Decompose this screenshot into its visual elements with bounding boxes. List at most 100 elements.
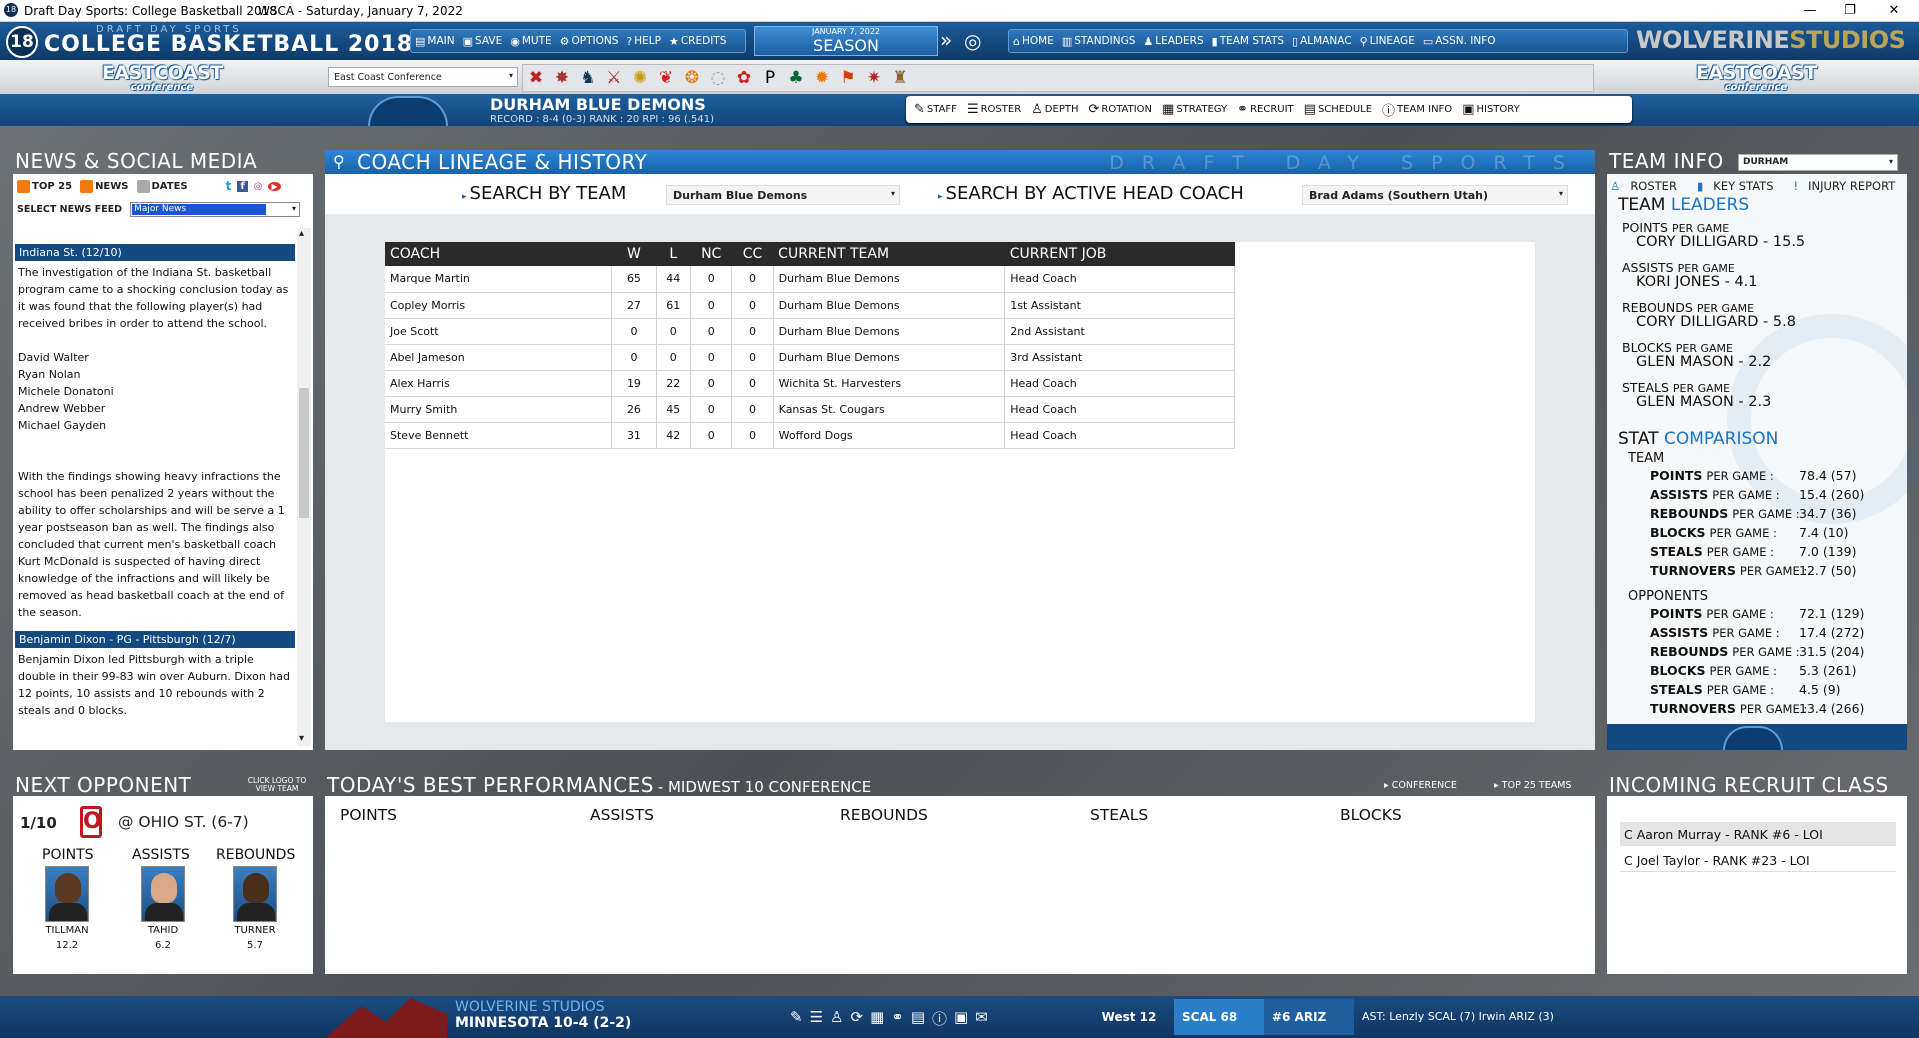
tab-depth[interactable]: ♙ DEPTH bbox=[1031, 102, 1078, 117]
conference-select[interactable]: East Coast Conference ▾ bbox=[328, 67, 518, 87]
conference-logo-right[interactable]: EASTCOAST conference bbox=[1696, 64, 1817, 94]
scroll-thumb[interactable] bbox=[299, 388, 309, 518]
tab-roster[interactable]: ♙ ROSTER bbox=[1610, 179, 1687, 193]
help-button[interactable]: ? HELP bbox=[626, 35, 661, 48]
news-item[interactable]: Benjamin Dixon - PG - Pittsburgh (12/7) B… bbox=[15, 631, 295, 719]
table-row[interactable]: Joe Scott 0 0 0 0 Durham Blue Demons 2nd Assis… bbox=[385, 318, 1235, 345]
recruit-item[interactable]: C Aaron Murray - RANK #6 - LOI bbox=[1620, 822, 1896, 846]
team-logo-icon[interactable]: ❦ bbox=[657, 68, 675, 88]
table-row[interactable]: Steve Bennett 31 42 0 0 Wofford Dogs Head Coac… bbox=[385, 422, 1235, 449]
main-button[interactable]: ▤ MAIN bbox=[415, 35, 455, 48]
status-shortcut-icon[interactable]: ▤ bbox=[911, 1008, 925, 1029]
news-scrollbar[interactable]: ▴ ▾ bbox=[297, 228, 311, 746]
team-logo-icon[interactable]: ✿ bbox=[735, 68, 753, 88]
leader-value[interactable]: GLEN MASON - 2.3 bbox=[1636, 394, 1771, 410]
team-logo-icon[interactable]: ✸ bbox=[553, 68, 571, 88]
youtube-icon[interactable]: ▶ bbox=[268, 181, 281, 191]
almanac-button[interactable]: ▯ ALMANAC bbox=[1292, 35, 1352, 48]
tab-staff[interactable]: ✎ STAFF bbox=[914, 102, 957, 117]
team-logo-icon[interactable]: ⚔ bbox=[605, 68, 623, 88]
team-stats-button[interactable]: ▮ TEAM STATS bbox=[1212, 35, 1284, 48]
scroll-up-icon[interactable]: ▴ bbox=[299, 228, 304, 239]
team-logo-icon[interactable]: ✺ bbox=[631, 68, 649, 88]
ticker-item[interactable]: SCAL 68 bbox=[1174, 999, 1264, 1035]
team-logo-icon[interactable]: P bbox=[761, 68, 779, 88]
minimize-button[interactable]: — bbox=[1790, 1, 1830, 21]
status-shortcut-icon[interactable]: ⓘ bbox=[932, 1008, 947, 1029]
column-header-current-job[interactable]: CURRENT JOB bbox=[1004, 242, 1235, 266]
search-team-select[interactable]: Durham Blue Demons ▾ bbox=[666, 185, 900, 205]
team-logo-icon[interactable]: ✹ bbox=[813, 68, 831, 88]
tab-roster[interactable]: ☰ ROSTER bbox=[967, 102, 1021, 117]
leader-value[interactable]: GLEN MASON - 2.2 bbox=[1636, 354, 1771, 370]
player-photo[interactable] bbox=[141, 866, 185, 922]
status-shortcut-icon[interactable]: ▣ bbox=[954, 1008, 968, 1029]
team-logo-icon[interactable]: ⚑ bbox=[839, 68, 857, 88]
assn-info-button[interactable]: ▭ ASSN. INFO bbox=[1423, 35, 1496, 48]
tab-injury-report[interactable]: ! INJURY REPORT bbox=[1794, 179, 1906, 193]
tab-strategy[interactable]: ▦ STRATEGY bbox=[1162, 102, 1227, 117]
team-logo-icon[interactable]: ♜ bbox=[891, 68, 909, 88]
advance-icon[interactable]: » bbox=[940, 29, 952, 51]
leader-value[interactable]: CORY DILLIGARD - 5.8 bbox=[1636, 314, 1796, 330]
ticker-item[interactable]: AST: Lenzly SCAL (7) Irwin ARIZ (3) bbox=[1354, 999, 1562, 1035]
conference-logo-left[interactable]: EASTCOAST conference bbox=[102, 64, 223, 94]
table-row[interactable]: Copley Morris 27 61 0 0 Durham Blue Demons 1st… bbox=[385, 292, 1235, 319]
column-header-current-team[interactable]: CURRENT TEAM bbox=[773, 242, 1005, 266]
facebook-icon[interactable]: f bbox=[237, 180, 248, 192]
column-header-coach[interactable]: COACH bbox=[385, 242, 612, 266]
status-shortcut-icon[interactable]: ✉ bbox=[975, 1008, 988, 1029]
standings-button[interactable]: ▥ STANDINGS bbox=[1062, 35, 1136, 48]
save-button[interactable]: ▣ SAVE bbox=[463, 35, 503, 48]
recruit-item[interactable]: C Joel Taylor - RANK #23 - LOI bbox=[1620, 848, 1896, 872]
ticker-item[interactable]: West 12 bbox=[1084, 999, 1174, 1035]
column-header-nc[interactable]: NC bbox=[690, 242, 732, 266]
home-button[interactable]: ⌂ HOME bbox=[1013, 35, 1054, 48]
credits-button[interactable]: ★ CREDITS bbox=[669, 35, 726, 48]
player-photo[interactable] bbox=[45, 866, 89, 922]
search-coach-select[interactable]: Brad Adams (Southern Utah) ▾ bbox=[1302, 185, 1568, 205]
tab-news[interactable]: NEWS bbox=[95, 181, 128, 192]
team-logo-icon[interactable]: ♞ bbox=[579, 68, 597, 88]
status-shortcut-icon[interactable]: ✎ bbox=[790, 1008, 803, 1029]
tab-rotation[interactable]: ⟳ ROTATION bbox=[1088, 102, 1152, 117]
tab-history[interactable]: ▣ HISTORY bbox=[1462, 102, 1520, 117]
close-button[interactable]: ✕ bbox=[1874, 1, 1914, 21]
lineage-button[interactable]: ⚲ LINEAGE bbox=[1360, 35, 1415, 48]
conference-filter-button[interactable]: ▸ CONFERENCE bbox=[1384, 780, 1457, 791]
leader-value[interactable]: KORI JONES - 4.1 bbox=[1636, 274, 1758, 290]
column-header-l[interactable]: L bbox=[656, 242, 691, 266]
tab-schedule[interactable]: ▤ SCHEDULE bbox=[1304, 102, 1372, 117]
tab-key-stats[interactable]: ▮ KEY STATS bbox=[1697, 179, 1784, 193]
team-logo-icon[interactable]: ✷ bbox=[865, 68, 883, 88]
opponent-logo[interactable]: O bbox=[80, 806, 102, 838]
column-header-w[interactable]: W bbox=[611, 242, 657, 266]
team-logo-icon[interactable]: ✖ bbox=[527, 68, 545, 88]
news-item[interactable]: Indiana St. (12/10) The investigation of … bbox=[15, 244, 295, 621]
team-logo-icon[interactable]: ◌ bbox=[709, 68, 727, 88]
restore-button[interactable]: ❐ bbox=[1830, 1, 1870, 21]
team-logo-icon[interactable]: ❂ bbox=[683, 68, 701, 88]
table-row[interactable]: Marque Martin 65 44 0 0 Durham Blue Demons Hea… bbox=[385, 266, 1235, 293]
status-shortcut-icon[interactable]: ▦ bbox=[870, 1008, 884, 1029]
team-info-select[interactable]: DURHAM ▾ bbox=[1738, 154, 1898, 171]
instagram-icon[interactable]: ◎ bbox=[254, 181, 263, 192]
column-header-cc[interactable]: CC bbox=[731, 242, 774, 266]
tab-dates[interactable]: DATES bbox=[152, 181, 188, 192]
basketball-icon[interactable]: ◎ bbox=[964, 30, 981, 52]
season-button[interactable]: JANUARY 7, 2022 SEASON bbox=[754, 26, 938, 56]
tab-recruit[interactable]: ⚭ RECRUIT bbox=[1237, 102, 1293, 117]
news-feed-select[interactable]: Major News ▾ bbox=[130, 201, 301, 217]
options-button[interactable]: ⚙ OPTIONS bbox=[560, 35, 619, 48]
tab-top25[interactable]: TOP 25 bbox=[32, 181, 72, 192]
top25-filter-button[interactable]: ▸ TOP 25 TEAMS bbox=[1494, 780, 1571, 791]
tab-team-info[interactable]: ⓘ TEAM INFO bbox=[1382, 100, 1452, 119]
twitter-icon[interactable]: t bbox=[226, 179, 232, 193]
table-row[interactable]: Abel Jameson 0 0 0 0 Durham Blue Demons 3rd As… bbox=[385, 344, 1235, 371]
game-logo[interactable]: 18 bbox=[6, 26, 38, 58]
status-shortcut-icon[interactable]: ☰ bbox=[810, 1008, 823, 1029]
player-photo[interactable] bbox=[233, 866, 277, 922]
status-shortcut-icon[interactable]: ♙ bbox=[830, 1008, 843, 1029]
status-shortcut-icon[interactable]: ⚭ bbox=[891, 1008, 904, 1029]
table-row[interactable]: Alex Harris 19 22 0 0 Wichita St. Harvesters H… bbox=[385, 370, 1235, 397]
